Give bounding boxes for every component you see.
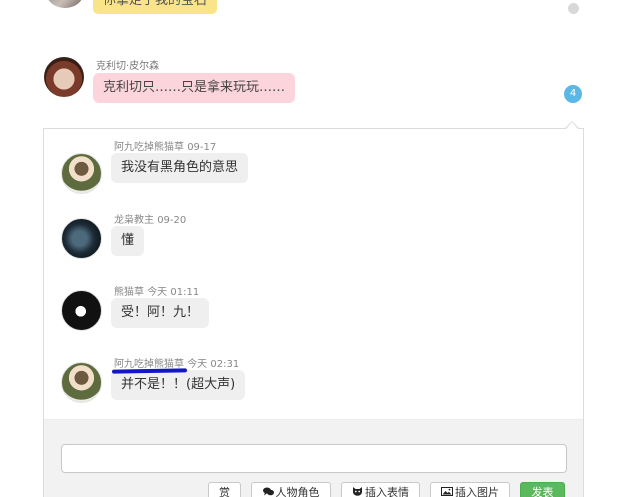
insert-image-button[interactable]: 插入图片 bbox=[430, 482, 510, 497]
insert-image-label: 插入图片 bbox=[455, 486, 499, 497]
avatar[interactable] bbox=[46, 0, 84, 8]
insert-emoji-label: 插入表情 bbox=[365, 486, 409, 497]
message-bubble: 你拿走了我的宝石 bbox=[93, 0, 218, 14]
reply-input[interactable] bbox=[61, 444, 567, 473]
compose-area: 赏 人物角色 插入表情 插入图片 发表 bbox=[44, 419, 583, 497]
reply-time: 今天 01:11 bbox=[147, 287, 200, 298]
reply-count-badge[interactable]: 4 bbox=[564, 85, 582, 103]
reply-avatar[interactable] bbox=[61, 218, 102, 259]
reply-meta: 阿九吃掉熊猫草 09-17 bbox=[114, 138, 216, 153]
reply-meta: 熊猫草 今天 01:11 bbox=[114, 283, 199, 298]
reply-time: 今天 02:31 bbox=[187, 359, 240, 370]
reply-text: 受！阿！九！ bbox=[111, 298, 210, 328]
panel-caret-inner bbox=[566, 122, 578, 129]
picture-icon bbox=[441, 484, 453, 497]
reply-time: 09-17 bbox=[187, 142, 217, 153]
reply-avatar[interactable] bbox=[61, 290, 102, 331]
reply-time: 09-20 bbox=[157, 215, 187, 226]
cat-face-icon bbox=[352, 484, 363, 497]
reply-author[interactable]: 熊猫草 bbox=[114, 287, 144, 298]
reply-text: 我没有黑角色的意思 bbox=[111, 153, 249, 183]
character-label: 人物角色 bbox=[275, 486, 320, 497]
reply-author[interactable]: 龙枭教主 bbox=[114, 215, 154, 226]
send-button[interactable]: 发表 bbox=[520, 482, 565, 497]
status-dot bbox=[568, 3, 579, 14]
author-avatar[interactable] bbox=[44, 57, 84, 97]
speech-bubbles-icon bbox=[262, 484, 274, 497]
reply-avatar[interactable] bbox=[61, 362, 102, 403]
message-bubble: 克利切只……只是拿来玩玩…… bbox=[93, 73, 296, 103]
insert-emoji-button[interactable]: 插入表情 bbox=[341, 482, 420, 497]
reply-meta: 龙枭教主 09-20 bbox=[114, 211, 186, 226]
reply-avatar[interactable] bbox=[61, 153, 102, 194]
reply-text: 并不是！！(超大声) bbox=[111, 370, 246, 400]
reply-text: 懂 bbox=[111, 226, 145, 256]
author-name[interactable]: 克利切·皮尔森 bbox=[96, 57, 159, 72]
reward-button[interactable]: 赏 bbox=[208, 482, 241, 497]
reply-panel: 阿九吃掉熊猫草 09-17 我没有黑角色的意思 龙枭教主 09-20 懂 熊猫草… bbox=[43, 128, 584, 497]
send-label: 发表 bbox=[531, 486, 554, 497]
reward-label: 赏 bbox=[219, 486, 230, 497]
reply-author[interactable]: 阿九吃掉熊猫草 bbox=[114, 142, 184, 153]
character-button[interactable]: 人物角色 bbox=[251, 482, 331, 497]
